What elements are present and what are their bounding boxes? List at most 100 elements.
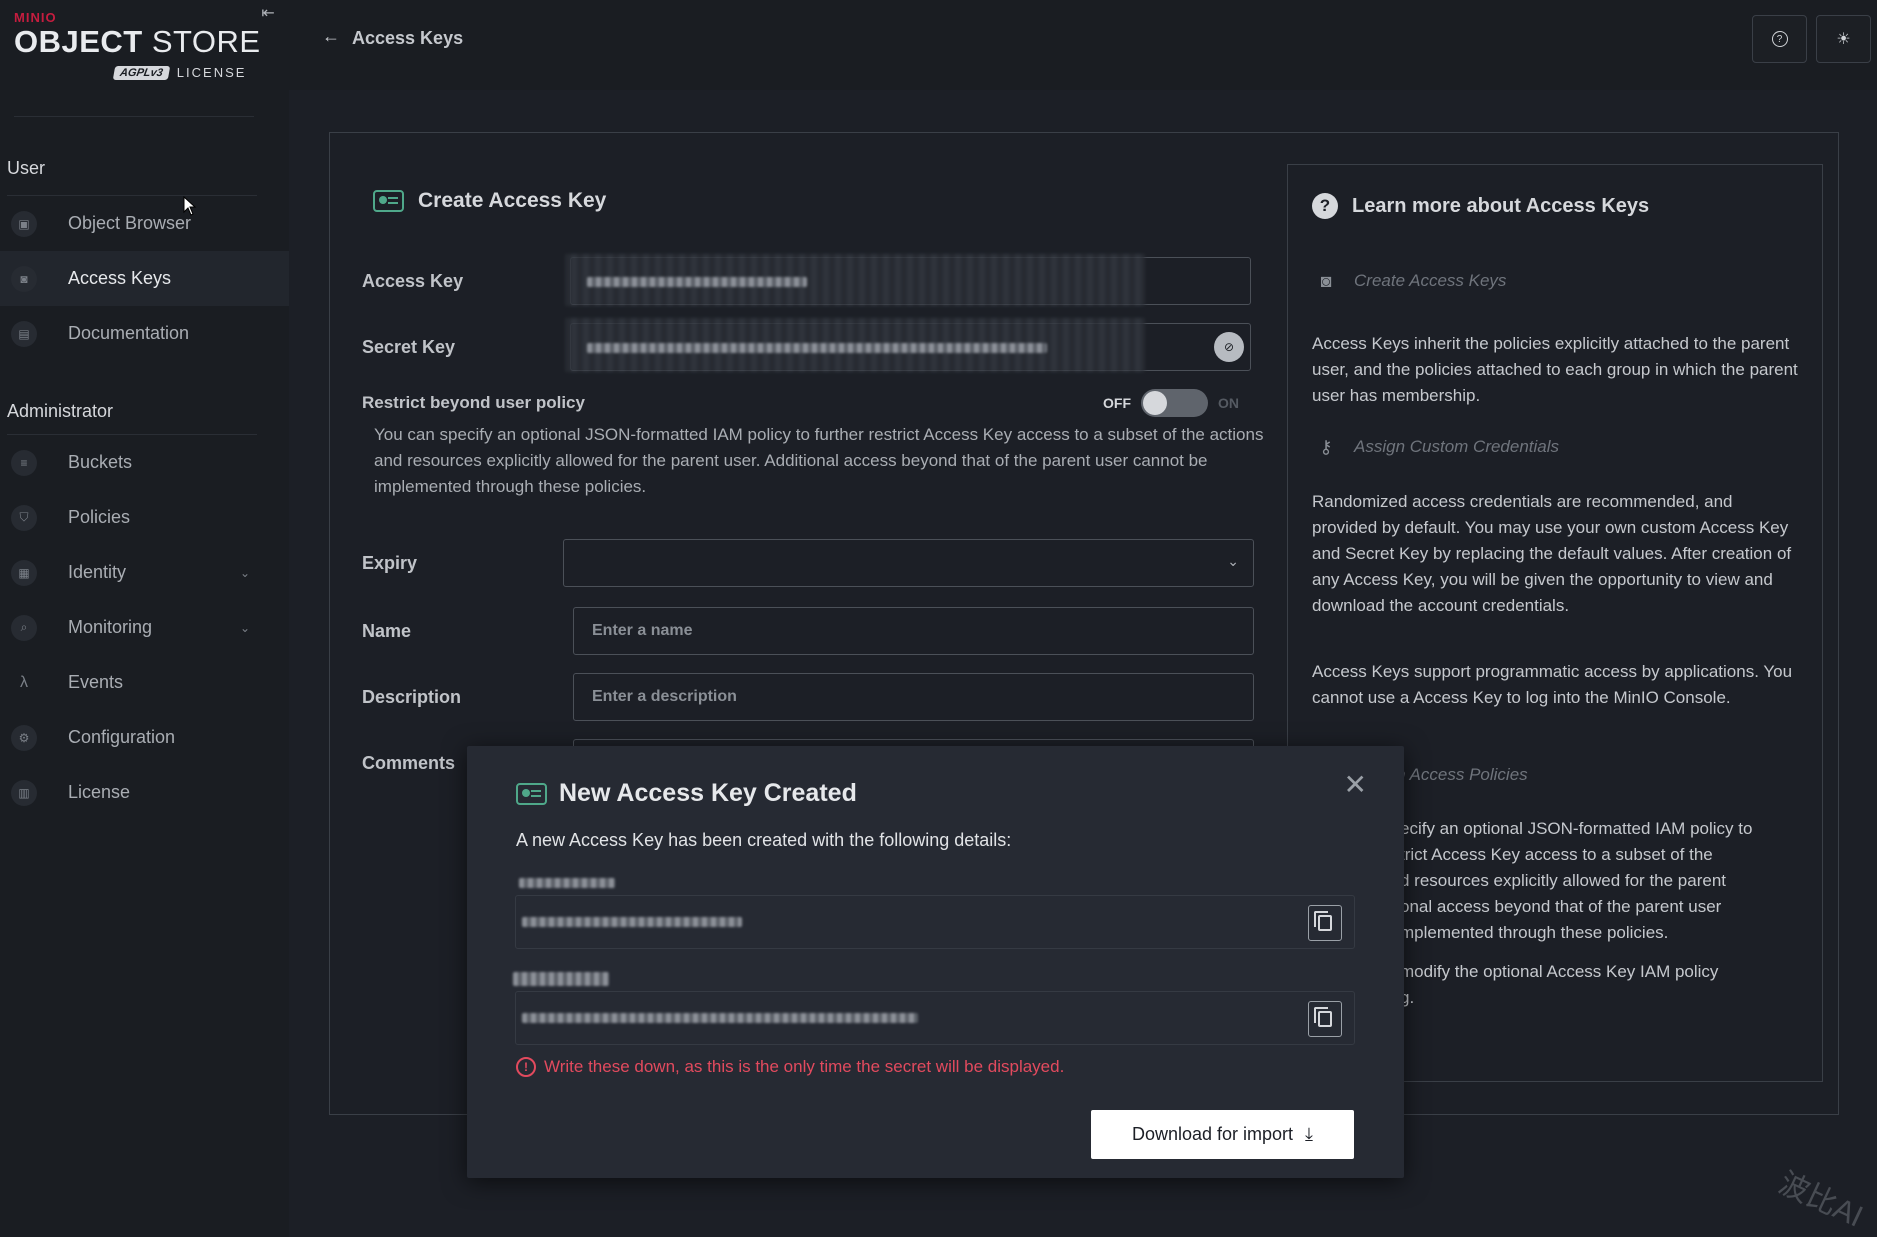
mouse-cursor-icon (183, 196, 197, 216)
page-title: Access Keys (352, 28, 464, 48)
object-browser-icon: ▣ (11, 210, 37, 237)
download-icon: ⤓ (1305, 1124, 1314, 1144)
info-subheading-create: ◙ Create Access Keys (1312, 269, 1507, 293)
sidebar-item-license[interactable]: ▥ License (0, 765, 289, 820)
info-line: mplemented through these policies. (1400, 923, 1669, 942)
id-card-icon (516, 782, 547, 805)
redacted-secret-key-value (522, 1013, 918, 1023)
download-for-import-button[interactable]: Download for import ⤓ (1091, 1110, 1354, 1159)
sidebar-item-identity[interactable]: ▦ Identity ⌄ (0, 545, 289, 600)
warning-icon: ! (516, 1057, 536, 1077)
help-icon: ? (1771, 31, 1788, 47)
info-line: modify the optional Access Key IAM polic… (1400, 962, 1719, 981)
description-label: Description (362, 687, 462, 707)
info-subheading-custom-credentials: ⚷ Assign Custom Credentials (1312, 435, 1559, 459)
access-key-field[interactable] (565, 254, 1251, 306)
secret-key-field[interactable]: ⊘ (565, 318, 1251, 372)
help-button[interactable]: ? (1752, 15, 1807, 63)
lambda-icon: λ (20, 673, 28, 691)
download-label: Download for import (1131, 1124, 1294, 1144)
nav-section-title: User (7, 158, 46, 178)
sidebar-item-label: Identity (68, 562, 127, 582)
info-subheading-text: Create Access Keys (1354, 271, 1507, 290)
sidebar-item-buckets[interactable]: ≡ Buckets (0, 435, 289, 490)
copy-access-key-button[interactable] (1308, 905, 1342, 941)
info-title: ? Learn more about Access Keys (1312, 193, 1649, 219)
sidebar-item-label: Monitoring (68, 617, 153, 637)
modal-title-text: New Access Key Created (559, 779, 857, 807)
expiry-label: Expiry (362, 553, 418, 573)
sidebar-item-label: Object Browser (68, 213, 192, 233)
id-card-icon (373, 190, 404, 212)
form-title: Create Access Key (373, 189, 606, 213)
minio-logo[interactable]: MINIO OBJECT STORE AGPLv3 LICENSE (14, 10, 264, 85)
divider (14, 116, 254, 117)
sidebar-item-events[interactable]: λ Events (0, 655, 289, 710)
chevron-down-icon[interactable]: ⌄ (240, 621, 250, 635)
info-subheading-text: n Access Policies (1396, 765, 1528, 784)
info-paragraph-modify: modify the optional Access Key IAM polic… (1400, 959, 1820, 1011)
watermark: 波比AI (1773, 1166, 1868, 1234)
sidebar-item-object-browser[interactable]: ▣ Object Browser (0, 196, 289, 251)
chevron-down-icon[interactable]: ⌄ (240, 566, 250, 580)
close-icon[interactable]: ✕ (1344, 768, 1367, 801)
access-key-credential-box (515, 895, 1355, 949)
info-paragraph: Access Keys inherit the policies explici… (1312, 334, 1798, 405)
access-keys-icon: ◙ (11, 265, 37, 292)
nav-section-administrator: Administrator ≡ Buckets ⛉ Policies ▦ Ide… (0, 396, 289, 820)
access-key-label: Access Key (362, 271, 464, 291)
secret-key-label: Secret Key (362, 337, 456, 357)
top-bar: ← Access Keys ? ☀ (289, 0, 1877, 90)
info-line: onal access beyond that of the parent us… (1400, 897, 1722, 916)
toggle-on-label: ON (1218, 395, 1239, 411)
description-input[interactable] (592, 688, 1235, 706)
collapse-sidebar-icon[interactable]: ⇤ (257, 2, 279, 24)
name-input[interactable] (592, 622, 1235, 640)
info-line: g. (1400, 988, 1415, 1007)
sidebar-item-monitoring[interactable]: ⌕ Monitoring ⌄ (0, 600, 289, 655)
toggle-off-label: OFF (1103, 395, 1131, 411)
theme-toggle-button[interactable]: ☀ (1816, 15, 1871, 63)
logo-product-thin: STORE (151, 24, 261, 59)
sidebar-item-label: Buckets (68, 452, 133, 472)
chevron-down-icon: ⌄ (1227, 553, 1239, 569)
expiry-select[interactable]: ⌄ (563, 539, 1254, 587)
copy-secret-key-button[interactable] (1308, 1001, 1342, 1037)
id-card-icon: ◙ (1320, 270, 1332, 291)
sidebar-item-policies[interactable]: ⛉ Policies (0, 490, 289, 545)
question-icon: ? (1312, 193, 1338, 219)
sidebar-item-label: Documentation (68, 323, 190, 343)
info-paragraph: Randomized access credentials are recomm… (1312, 492, 1792, 615)
restrict-policy-toggle[interactable] (1141, 389, 1208, 417)
sidebar: MINIO OBJECT STORE AGPLv3 LICENSE ⇤ User… (0, 0, 289, 1237)
redacted-secret-key (587, 343, 1047, 353)
warning-text: Write these down, as this is the only ti… (544, 1057, 1065, 1076)
sun-icon: ☀ (1836, 31, 1851, 48)
sidebar-item-label: Events (68, 672, 124, 692)
agpl-badge: AGPLv3 (112, 65, 171, 80)
nav-section-user: User ▣ Object Browser ◙ Access Keys ▤ Do… (0, 153, 289, 361)
copy-icon (1314, 911, 1332, 931)
key-icon: ⚷ (1319, 436, 1333, 457)
toggle-knob (1143, 391, 1167, 415)
logo-license-row: AGPLv3 LICENSE (112, 65, 246, 80)
redacted-access-key-label (519, 878, 615, 888)
sidebar-item-access-keys[interactable]: ◙ Access Keys (0, 251, 289, 306)
logo-product: OBJECT STORE (14, 25, 264, 59)
info-title-text: Learn more about Access Keys (1352, 194, 1650, 217)
modal-subtitle: A new Access Key has been created with t… (516, 830, 1012, 850)
sidebar-item-configuration[interactable]: ⚙ Configuration (0, 710, 289, 765)
secret-key-credential-box (515, 991, 1355, 1045)
info-paragraph-policies: ecify an optional JSON-formatted IAM pol… (1400, 816, 1820, 946)
logo-product-bold: OBJECT (14, 24, 143, 59)
name-field[interactable] (573, 607, 1254, 655)
description-field[interactable] (573, 673, 1254, 721)
show-hide-secret-icon[interactable]: ⊘ (1214, 332, 1244, 362)
redacted-access-key-value (522, 917, 742, 927)
back-arrow-icon[interactable]: ← (322, 26, 340, 47)
name-label: Name (362, 621, 412, 641)
sidebar-item-label: Policies (68, 507, 131, 527)
comments-label: Comments (362, 753, 456, 773)
sidebar-item-documentation[interactable]: ▤ Documentation (0, 306, 289, 361)
info-line: ecify an optional JSON-formatted IAM pol… (1400, 819, 1753, 838)
